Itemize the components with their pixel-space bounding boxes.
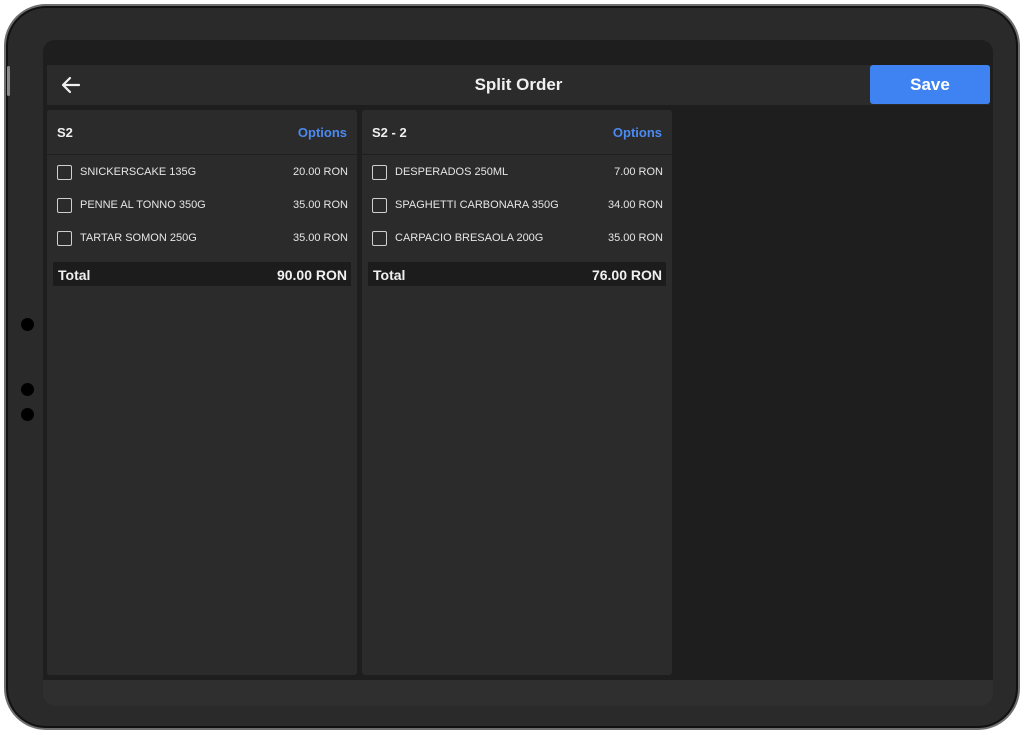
top-bar: Split Order [47, 65, 990, 105]
item-price: 35.00 RON [292, 232, 348, 244]
total-label: Total [58, 267, 91, 283]
total-label: Total [373, 267, 406, 283]
save-button[interactable]: Save [870, 65, 990, 104]
item-name: PENNE AL TONNO 350G [80, 199, 206, 211]
total-row: Total 76.00 RON [368, 262, 666, 286]
page-title: Split Order [474, 75, 563, 94]
order-panel: S2 - 2 Options DESPERADOS 250ML 7.00 RON… [362, 110, 672, 675]
volume-button [7, 66, 10, 96]
item-list: SNICKERSCAKE 135G 20.00 RON PENNE AL TON… [47, 155, 357, 255]
item-price: 35.00 RON [607, 232, 663, 244]
camera-dot-icon [21, 408, 34, 421]
checkbox-icon[interactable] [57, 231, 72, 246]
panel-header: S2 - 2 Options [362, 110, 672, 155]
total-value: 76.00 RON [591, 267, 662, 283]
panel-title: S2 - 2 [372, 125, 407, 140]
checkbox-icon[interactable] [57, 165, 72, 180]
item-price: 35.00 RON [292, 199, 348, 211]
checkbox-icon[interactable] [372, 198, 387, 213]
list-item[interactable]: TARTAR SOMON 250G 35.00 RON [47, 222, 357, 255]
item-name: SNICKERSCAKE 135G [80, 166, 197, 178]
item-name: CARPACIO BRESAOLA 200G [395, 232, 544, 244]
item-price: 20.00 RON [292, 166, 348, 178]
list-item[interactable]: PENNE AL TONNO 350G 35.00 RON [47, 189, 357, 222]
app-screen: Split Order Save S2 Options SNICKERSCAKE… [43, 40, 993, 706]
list-item[interactable]: CARPACIO BRESAOLA 200G 35.00 RON [362, 222, 672, 255]
camera-dot-icon [21, 383, 34, 396]
options-link[interactable]: Options [613, 125, 662, 140]
panel-header: S2 Options [47, 110, 357, 155]
options-link[interactable]: Options [298, 125, 347, 140]
checkbox-icon[interactable] [372, 231, 387, 246]
item-price: 7.00 RON [614, 166, 663, 178]
total-row: Total 90.00 RON [53, 262, 351, 286]
item-list: DESPERADOS 250ML 7.00 RON SPAGHETTI CARB… [362, 155, 672, 255]
camera-dot-icon [21, 318, 34, 331]
list-item[interactable]: SNICKERSCAKE 135G 20.00 RON [47, 156, 357, 189]
panel-title: S2 [57, 125, 73, 140]
checkbox-icon[interactable] [372, 165, 387, 180]
item-price: 34.00 RON [607, 199, 663, 211]
order-panel: S2 Options SNICKERSCAKE 135G 20.00 RON P… [47, 110, 357, 675]
item-name: DESPERADOS 250ML [395, 166, 509, 178]
total-value: 90.00 RON [276, 267, 347, 283]
item-name: TARTAR SOMON 250G [80, 232, 197, 244]
item-name: SPAGHETTI CARBONARA 350G [395, 199, 559, 211]
list-item[interactable]: DESPERADOS 250ML 7.00 RON [362, 156, 672, 189]
list-item[interactable]: SPAGHETTI CARBONARA 350G 34.00 RON [362, 189, 672, 222]
bottom-bar [43, 680, 993, 706]
tablet-frame: Split Order Save S2 Options SNICKERSCAKE… [4, 4, 1020, 730]
checkbox-icon[interactable] [57, 198, 72, 213]
